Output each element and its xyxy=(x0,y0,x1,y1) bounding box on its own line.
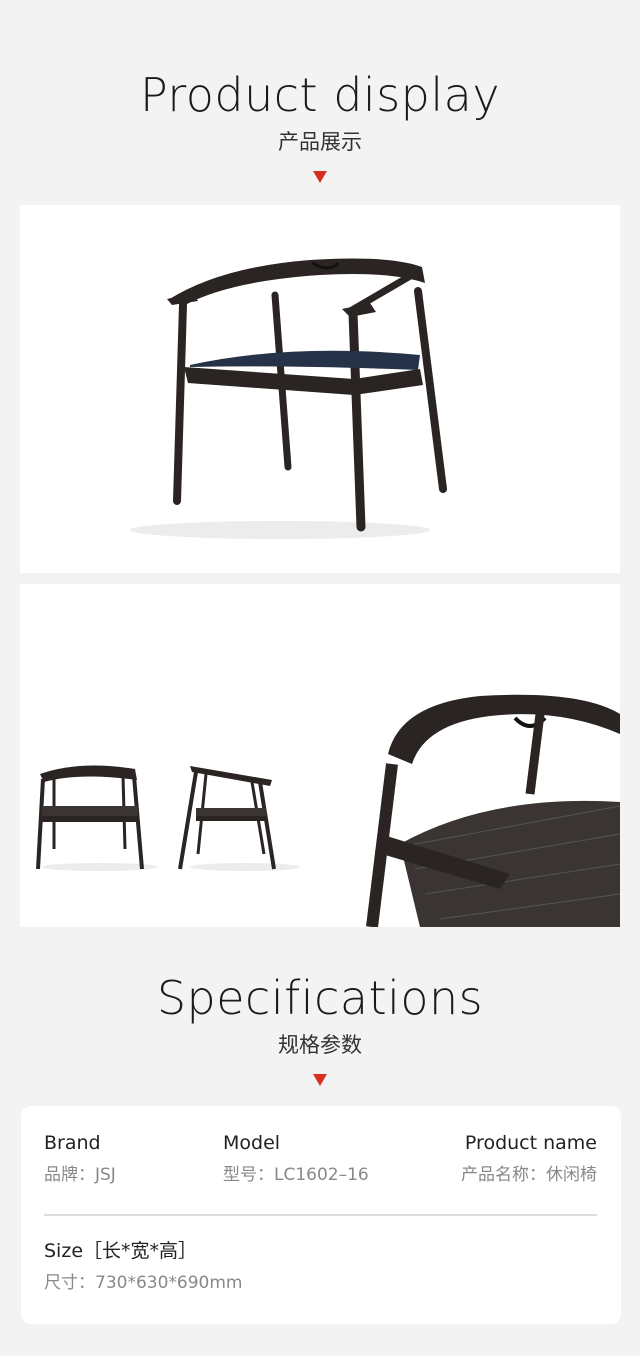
specifications-heading: Specifications 规格参数 xyxy=(0,975,640,1086)
product-photo-views xyxy=(20,584,620,927)
triangle-down-icon xyxy=(313,171,327,183)
triangle-down-icon xyxy=(313,1074,327,1086)
spec-value: 品牌：JSJ xyxy=(44,1165,116,1185)
spec-value: 产品名称：休闲椅 xyxy=(461,1165,597,1185)
spec-model: Model 型号：LC1602–16 xyxy=(223,1134,369,1184)
product-display-heading: Product display 产品展示 xyxy=(0,72,640,183)
chair-views-image xyxy=(36,694,620,927)
spec-label: Size［长*宽*高］ xyxy=(44,1240,198,1262)
spec-size: Size［长*宽*高］ 尺寸：730*630*690mm xyxy=(44,1242,242,1292)
section-subtitle: 规格参数 xyxy=(278,1033,362,1057)
spec-product-name: Product name 产品名称：休闲椅 xyxy=(461,1134,597,1184)
spec-value: 型号：LC1602–16 xyxy=(223,1165,369,1185)
spec-label: Model xyxy=(223,1132,281,1154)
spec-label: Product name xyxy=(464,1132,597,1154)
section-subtitle: 产品展示 xyxy=(278,130,362,154)
spec-card: Brand 品牌：JSJ Model 型号：LC1602–16 Product … xyxy=(21,1106,621,1324)
spec-brand: Brand 品牌：JSJ xyxy=(44,1134,116,1184)
spec-value: 尺寸：730*630*690mm xyxy=(44,1273,243,1293)
divider xyxy=(44,1214,597,1216)
spec-label: Brand xyxy=(44,1132,101,1154)
section-title: Specifications xyxy=(156,971,484,1025)
chair-image xyxy=(130,258,447,539)
section-title: Product display xyxy=(139,68,501,122)
product-photo-main xyxy=(20,205,620,573)
